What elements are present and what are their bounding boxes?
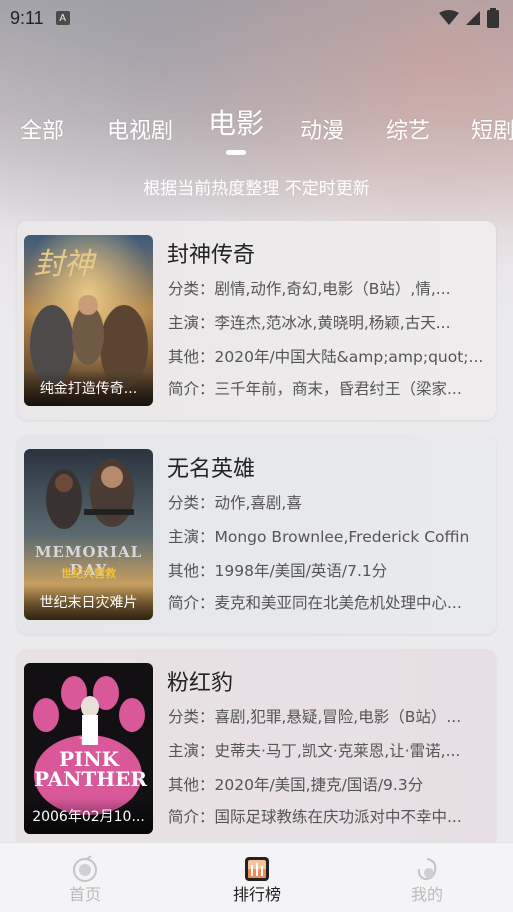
poster-caption: 世纪末日灾难片 (24, 584, 153, 620)
movie-intro: 简介：三千年前，商末，昏君纣王（梁家... (168, 380, 462, 398)
movie-intro: 简介：麦克和美亚同在北美危机处理中心... (168, 594, 462, 612)
movie-card[interactable]: THE PINK PANTHER 2006年02月10... 粉红豹 分类：喜剧… (17, 649, 496, 848)
movie-category: 分类：剧情,动作,奇幻,电影（B站）,情,... (168, 280, 451, 298)
movie-title: 无名英雄 (167, 457, 256, 482)
ranking-subtitle: 根据当前热度整理 不定时更新 (143, 179, 370, 199)
nav-home-label: 首页 (68, 885, 101, 904)
movie-title: 粉红豹 (167, 671, 234, 696)
tab-short[interactable]: 短剧 (471, 113, 513, 145)
movie-poster: 封神 纯金打造传奇... (24, 235, 153, 406)
movie-other: 其他：1998年/美国/英语/7.1分 (168, 562, 388, 580)
movie-cast: 主演：李连杰,范冰冰,黄晓明,杨颖,古天... (168, 314, 451, 332)
movie-category: 分类：喜剧,犯罪,悬疑,冒险,电影（B站）... (168, 708, 462, 726)
status-time: 9:11 (10, 7, 44, 28)
movie-cast: 主演：史蒂夫·马丁,凯文·克莱恩,让·雷诺,... (168, 742, 461, 760)
nav-profile-label: 我的 (410, 885, 443, 904)
category-tabs: 全部 电视剧 电影 动漫 综艺 短剧 (0, 104, 513, 154)
home-icon (73, 855, 97, 882)
profile-icon (417, 858, 437, 881)
nav-ranking-label: 排行榜 (232, 885, 281, 904)
wifi-icon (439, 10, 459, 25)
poster-subtitle-art: THE (79, 737, 98, 747)
nav-profile[interactable]: 我的 (367, 843, 487, 912)
status-icons (439, 8, 499, 28)
tab-all[interactable]: 全部 (20, 113, 64, 145)
bottom-navigation: 首页 排行榜 我的 (0, 842, 513, 912)
ranking-icon (245, 857, 269, 881)
movie-cast: 主演：Mongo Brownlee,Frederick Coffin (168, 528, 470, 546)
tab-movie[interactable]: 电影 (208, 102, 264, 142)
movie-category: 分类：动作,喜剧,喜 (168, 494, 302, 512)
movie-intro: 简介：国际足球教练在庆功派对中不幸中... (168, 808, 462, 826)
poster-subtitle-art: 世纪大营救 (61, 567, 116, 580)
movie-title: 封神传奇 (167, 243, 256, 268)
poster-caption: 纯金打造传奇... (24, 370, 153, 406)
tab-tv[interactable]: 电视剧 (107, 113, 173, 145)
nav-home[interactable]: 首页 (25, 843, 145, 912)
tab-variety[interactable]: 综艺 (386, 113, 430, 145)
tab-anime[interactable]: 动漫 (300, 113, 344, 145)
movie-poster: MEMORIAL DAY 世纪大营救 世纪末日灾难片 (24, 449, 153, 620)
nav-ranking[interactable]: 排行榜 (197, 843, 317, 912)
movie-other: 其他：2020年/中国大陆&amp;amp;quot;... (168, 348, 484, 366)
poster-caption: 2006年02月10... (24, 798, 153, 834)
movie-poster: THE PINK PANTHER 2006年02月10... (24, 663, 153, 834)
signal-icon (466, 11, 480, 25)
poster-title-art: 封神 (34, 247, 94, 282)
poster-title-art: PINK PANTHER (34, 747, 148, 791)
movie-card[interactable]: MEMORIAL DAY 世纪大营救 世纪末日灾难片 无名英雄 分类：动作,喜剧… (17, 435, 496, 634)
tab-indicator (226, 150, 246, 155)
battery-icon (487, 8, 499, 28)
status-bar: 9:11 A (0, 0, 513, 36)
notification-icon: A (55, 11, 70, 25)
movie-other: 其他：2020年/美国,捷克/国语/9.3分 (168, 776, 424, 794)
movie-card[interactable]: 封神 纯金打造传奇... 封神传奇 分类：剧情,动作,奇幻,电影（B站）,情,.… (17, 221, 496, 420)
